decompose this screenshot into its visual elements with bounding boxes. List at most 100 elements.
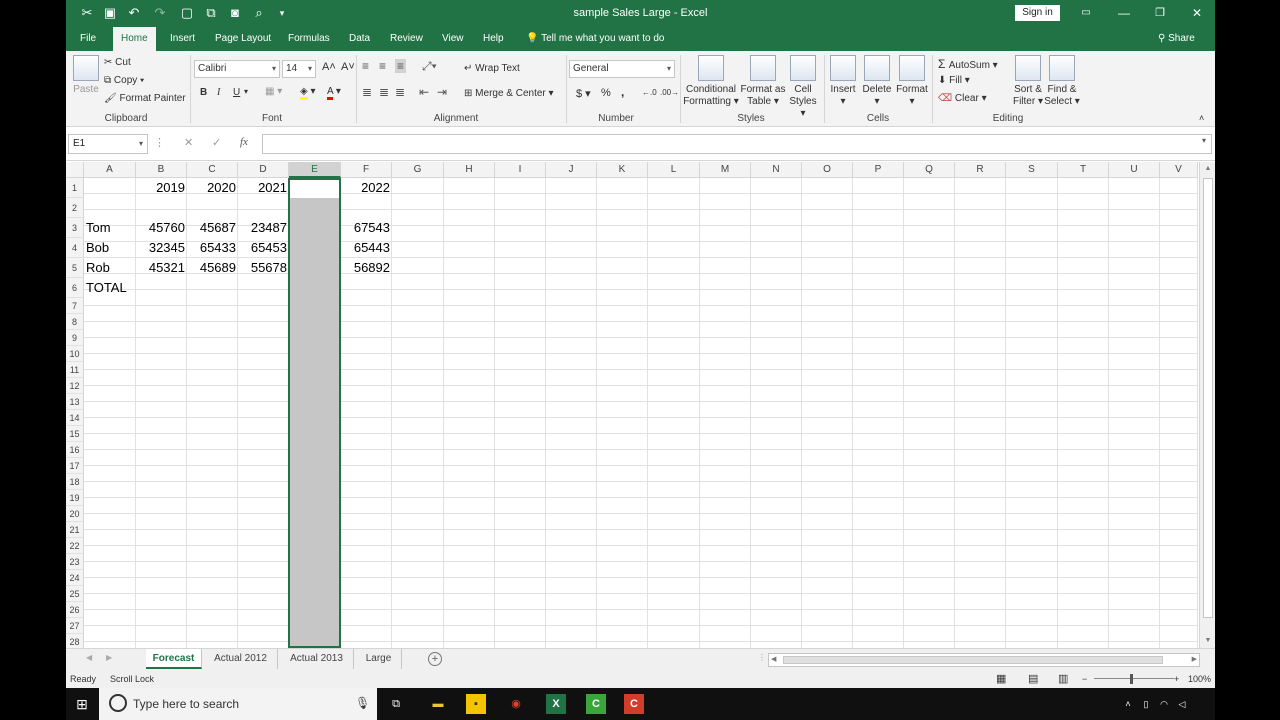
column-header-c[interactable]: C: [187, 162, 238, 178]
close-icon[interactable]: ✕: [1187, 4, 1207, 22]
percent-button[interactable]: %: [601, 87, 611, 99]
increase-font-icon[interactable]: A˄: [322, 61, 336, 73]
cell-f1[interactable]: 2022: [341, 178, 392, 198]
task-view-icon[interactable]: ⧉: [386, 694, 406, 714]
zoom-slider[interactable]: [1094, 678, 1174, 679]
tab-review[interactable]: Review: [390, 27, 423, 51]
cell-b5[interactable]: 45321: [136, 258, 187, 278]
column-header-r[interactable]: R: [955, 162, 1006, 178]
row-header-15[interactable]: 15: [66, 426, 84, 442]
column-header-e[interactable]: E: [289, 162, 341, 178]
column-header-j[interactable]: J: [546, 162, 597, 178]
zoom-slider-thumb[interactable]: [1130, 674, 1133, 684]
column-header-h[interactable]: H: [444, 162, 495, 178]
scroll-left-icon[interactable]: ◀: [771, 655, 776, 663]
column-header-p[interactable]: P: [853, 162, 904, 178]
row-header-17[interactable]: 17: [66, 458, 84, 474]
scroll-thumb[interactable]: [783, 656, 1163, 664]
cell-c3[interactable]: 45687: [187, 218, 238, 238]
tab-data[interactable]: Data: [349, 27, 370, 51]
cell-f4[interactable]: 65443: [341, 238, 392, 258]
restore-icon[interactable]: ❐: [1150, 4, 1170, 22]
sheet-tab-actual-2012[interactable]: Actual 2012: [204, 649, 278, 669]
conditional-formatting-button[interactable]: Conditional Formatting ▾: [682, 55, 740, 108]
share-button[interactable]: ⚲ Share: [1158, 27, 1195, 51]
zoom-in-icon[interactable]: +: [1174, 670, 1179, 688]
row-header-4[interactable]: 4: [66, 238, 84, 258]
file-explorer-icon[interactable]: ▬: [428, 694, 448, 714]
column-header-n[interactable]: N: [751, 162, 802, 178]
collapse-ribbon-icon[interactable]: ˄: [1199, 113, 1204, 123]
format-painter-button[interactable]: 🖌 Format Painter: [104, 93, 186, 104]
sheet-tab-actual-2013[interactable]: Actual 2013: [280, 649, 354, 669]
borders-icon[interactable]: ▦ ▾: [265, 86, 282, 97]
scroll-down-icon[interactable]: ▼: [1200, 634, 1215, 648]
sort-filter-button[interactable]: Sort & Filter ▾: [1010, 55, 1046, 108]
column-header-a[interactable]: A: [84, 162, 136, 178]
increase-decimal-icon[interactable]: ←.0: [642, 88, 657, 97]
tab-help[interactable]: Help: [483, 27, 504, 51]
decrease-decimal-icon[interactable]: .00→: [660, 88, 679, 97]
vertical-scrollbar[interactable]: ▲ ▼: [1199, 162, 1215, 648]
find-select-button[interactable]: Find & Select ▾: [1044, 55, 1080, 108]
ribbon-display-icon[interactable]: ▭: [1076, 4, 1096, 22]
italic-button[interactable]: I: [217, 87, 220, 98]
row-header-3[interactable]: 3: [66, 218, 84, 238]
cell-d5[interactable]: 55678: [238, 258, 289, 278]
align-right-icon[interactable]: ≣: [395, 85, 405, 99]
tab-formulas[interactable]: Formulas: [288, 27, 330, 51]
column-header-m[interactable]: M: [700, 162, 751, 178]
row-header-25[interactable]: 25: [66, 586, 84, 602]
column-header-o[interactable]: O: [802, 162, 853, 178]
number-format-select[interactable]: General ▾: [569, 60, 675, 78]
column-header-f[interactable]: F: [341, 162, 392, 178]
align-top-icon[interactable]: ≡: [362, 59, 369, 73]
column-header-q[interactable]: Q: [904, 162, 955, 178]
tab-view[interactable]: View: [442, 27, 464, 51]
currency-button[interactable]: $ ▾: [576, 87, 591, 100]
row-header-22[interactable]: 22: [66, 538, 84, 554]
taskbar-search[interactable]: Type here to search 🎙: [99, 688, 377, 720]
row-header-24[interactable]: 24: [66, 570, 84, 586]
row-header-26[interactable]: 26: [66, 602, 84, 618]
camtasia-icon[interactable]: C: [624, 694, 644, 714]
select-all-corner[interactable]: [66, 162, 84, 178]
row-header-28[interactable]: 28: [66, 634, 84, 648]
font-name-select[interactable]: Calibri ▾: [194, 60, 280, 78]
cell-f3[interactable]: 67543: [341, 218, 392, 238]
column-header-v[interactable]: V: [1160, 162, 1198, 178]
add-sheet-icon[interactable]: +: [428, 652, 442, 666]
minimize-icon[interactable]: —: [1114, 4, 1134, 22]
fill-button[interactable]: ⬇ Fill ▾: [938, 75, 970, 86]
scroll-up-icon[interactable]: ▲: [1200, 162, 1215, 176]
column-header-u[interactable]: U: [1109, 162, 1160, 178]
zoom-level[interactable]: 100%: [1188, 670, 1211, 688]
column-header-d[interactable]: D: [238, 162, 289, 178]
row-header-20[interactable]: 20: [66, 506, 84, 522]
row-header-14[interactable]: 14: [66, 410, 84, 426]
cell-a3[interactable]: Tom: [84, 218, 136, 238]
cell-a4[interactable]: Bob: [84, 238, 136, 258]
align-bottom-icon[interactable]: ≡: [395, 59, 407, 73]
windows-start-icon[interactable]: ⊞: [72, 694, 92, 714]
page-layout-view-icon[interactable]: ▤: [1028, 670, 1038, 688]
cell-b4[interactable]: 32345: [136, 238, 187, 258]
increase-indent-icon[interactable]: ⇥: [437, 85, 447, 99]
insert-function-icon[interactable]: fx: [240, 136, 248, 148]
comma-button[interactable]: ,: [621, 85, 624, 99]
row-header-12[interactable]: 12: [66, 378, 84, 394]
selected-column-e[interactable]: [288, 178, 341, 648]
prev-sheet-icon[interactable]: ◀: [86, 653, 92, 662]
tab-file[interactable]: File: [80, 27, 96, 51]
clear-button[interactable]: ⌫ Clear ▾: [938, 93, 987, 104]
cell-d3[interactable]: 23487: [238, 218, 289, 238]
copy-button[interactable]: ⧉ Copy ▾: [104, 75, 144, 86]
name-box[interactable]: E1 ▾: [68, 134, 148, 154]
row-header-19[interactable]: 19: [66, 490, 84, 506]
cell-a5[interactable]: Rob: [84, 258, 136, 278]
chrome-icon[interactable]: ◉: [506, 694, 526, 714]
format-cells-button[interactable]: Format ▾: [896, 55, 928, 108]
font-color-icon[interactable]: A ▾: [327, 86, 341, 100]
camtasia-recorder-icon[interactable]: C: [586, 694, 606, 714]
row-header-7[interactable]: 7: [66, 298, 84, 314]
